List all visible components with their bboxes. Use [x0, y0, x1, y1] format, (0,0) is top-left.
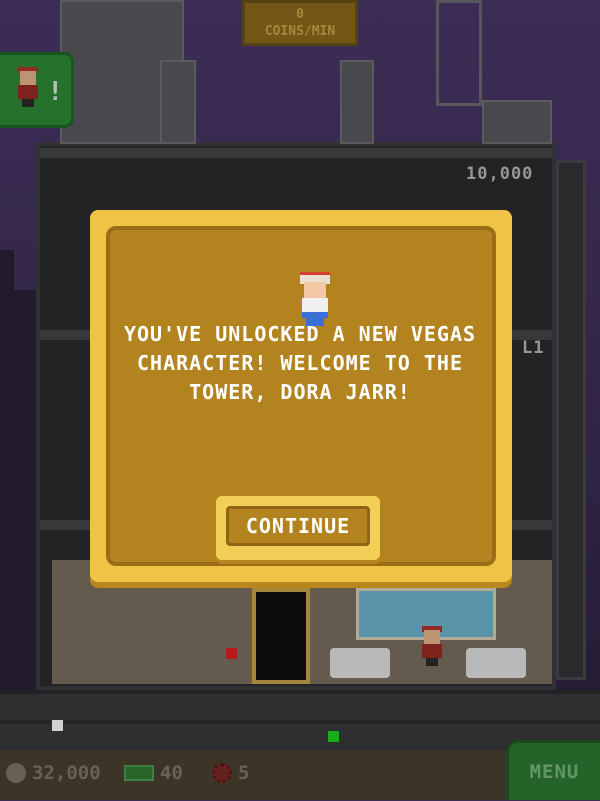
- continue-button[interactable]: CONTINUE: [216, 496, 380, 560]
- continue-button-label: CONTINUE: [226, 506, 370, 546]
- unlock-message: YOU'VE UNLOCKED A NEW VEGAS CHARACTER! W…: [123, 322, 477, 404]
